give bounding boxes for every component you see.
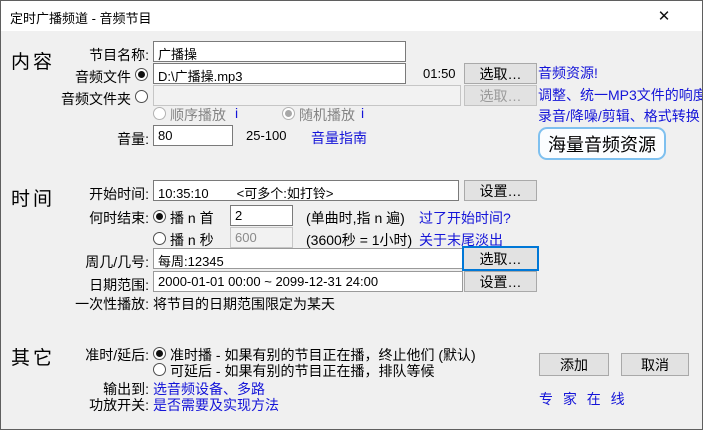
random-radio — [282, 107, 295, 120]
expert-online-link[interactable]: 专 家 在 线 — [539, 389, 628, 409]
sequential-info-link[interactable]: i — [235, 105, 238, 121]
on-time-radio[interactable] — [153, 347, 166, 360]
title-bar: 定时广播频道 - 音频节目 ✕ — [1, 1, 702, 31]
weekday-select-button[interactable]: 选取… — [462, 246, 539, 271]
play-n-songs-radio[interactable] — [153, 210, 166, 223]
audio-file-label: 音频文件 — [1, 67, 131, 87]
one-time-text: 将节目的日期范围限定为某天 — [153, 294, 335, 314]
amp-switch-label: 功放开关: — [1, 395, 149, 415]
loudness-link[interactable]: 调整、统一MP3文件的响度 — [538, 85, 703, 105]
date-range-label: 日期范围: — [1, 275, 149, 295]
amp-switch-link[interactable]: 是否需要及实现方法 — [153, 395, 279, 415]
start-time-label: 开始时间: — [1, 184, 149, 204]
start-time-value: 10:35:10 — [158, 186, 209, 201]
volume-input[interactable]: 80 — [153, 125, 233, 146]
weekday-label: 周几/几号: — [1, 252, 149, 272]
audio-resource-link[interactable]: 音频资源! — [538, 63, 598, 83]
start-time-input[interactable]: 10:35:10 <可多个:如打铃> — [153, 180, 459, 201]
delay-radio[interactable] — [153, 363, 166, 376]
cancel-button[interactable]: 取消 — [621, 353, 689, 376]
play-n-seconds-hint: (3600秒 = 1小时) — [306, 230, 412, 250]
sequential-label: 顺序播放 — [170, 105, 226, 125]
random-info-link[interactable]: i — [361, 105, 364, 121]
end-when-label: 何时结束: — [1, 208, 149, 228]
date-range-input[interactable]: 2000-01-01 00:00 ~ 2099-12-31 24:00 — [153, 271, 463, 292]
audio-file-duration: 01:50 — [423, 66, 456, 81]
random-label: 随机播放 — [299, 105, 355, 125]
weekday-input[interactable]: 每周:12345 — [153, 248, 463, 269]
audio-folder-input — [153, 85, 461, 106]
sequential-radio — [153, 107, 166, 120]
play-n-seconds-radio[interactable] — [153, 232, 166, 245]
volume-guide-link[interactable]: 音量指南 — [311, 128, 367, 148]
past-start-time-link[interactable]: 过了开始时间? — [419, 208, 511, 228]
program-name-input[interactable]: 广播操 — [153, 41, 406, 62]
program-name-label: 节目名称: — [1, 45, 149, 65]
punctual-label: 准时/延后: — [1, 345, 149, 365]
play-n-seconds-input: 600 — [230, 227, 293, 248]
play-n-songs-hint: (单曲时,指 n 遍) — [306, 208, 405, 228]
delay-option-label: 可延后 - 如果有别的节目正在播，排队等候 — [170, 361, 434, 381]
play-n-seconds-label: 播 n 秒 — [170, 230, 214, 250]
audio-file-input[interactable]: D:\广播操.mp3 — [153, 63, 406, 84]
start-time-set-button[interactable]: 设置… — [464, 180, 537, 201]
audio-folder-radio[interactable] — [135, 90, 148, 103]
audio-folder-select-button: 选取… — [464, 85, 537, 106]
close-icon[interactable]: ✕ — [641, 1, 687, 30]
volume-range: 25-100 — [246, 128, 286, 143]
play-n-songs-input[interactable]: 2 — [230, 205, 293, 226]
audio-file-radio[interactable] — [135, 68, 148, 81]
window-title: 定时广播频道 - 音频节目 — [10, 8, 152, 27]
volume-label: 音量: — [1, 129, 149, 149]
record-edit-link[interactable]: 录音/降噪/剪辑、格式转换 — [538, 106, 700, 126]
audio-file-select-button[interactable]: 选取… — [464, 63, 537, 84]
audio-folder-label: 音频文件夹 — [1, 89, 131, 109]
date-range-set-button[interactable]: 设置… — [464, 271, 537, 292]
dialog-window: 定时广播频道 - 音频节目 ✕ 内容 时间 其它 节目名称: 广播操 音频文件 … — [0, 0, 703, 430]
start-time-hint: <可多个:如打铃> — [237, 186, 334, 201]
play-n-songs-label: 播 n 首 — [170, 208, 214, 228]
massive-audio-resource-button[interactable]: 海量音频资源 — [538, 127, 666, 160]
add-button[interactable]: 添加 — [539, 353, 609, 376]
one-time-label: 一次性播放: — [1, 294, 149, 314]
